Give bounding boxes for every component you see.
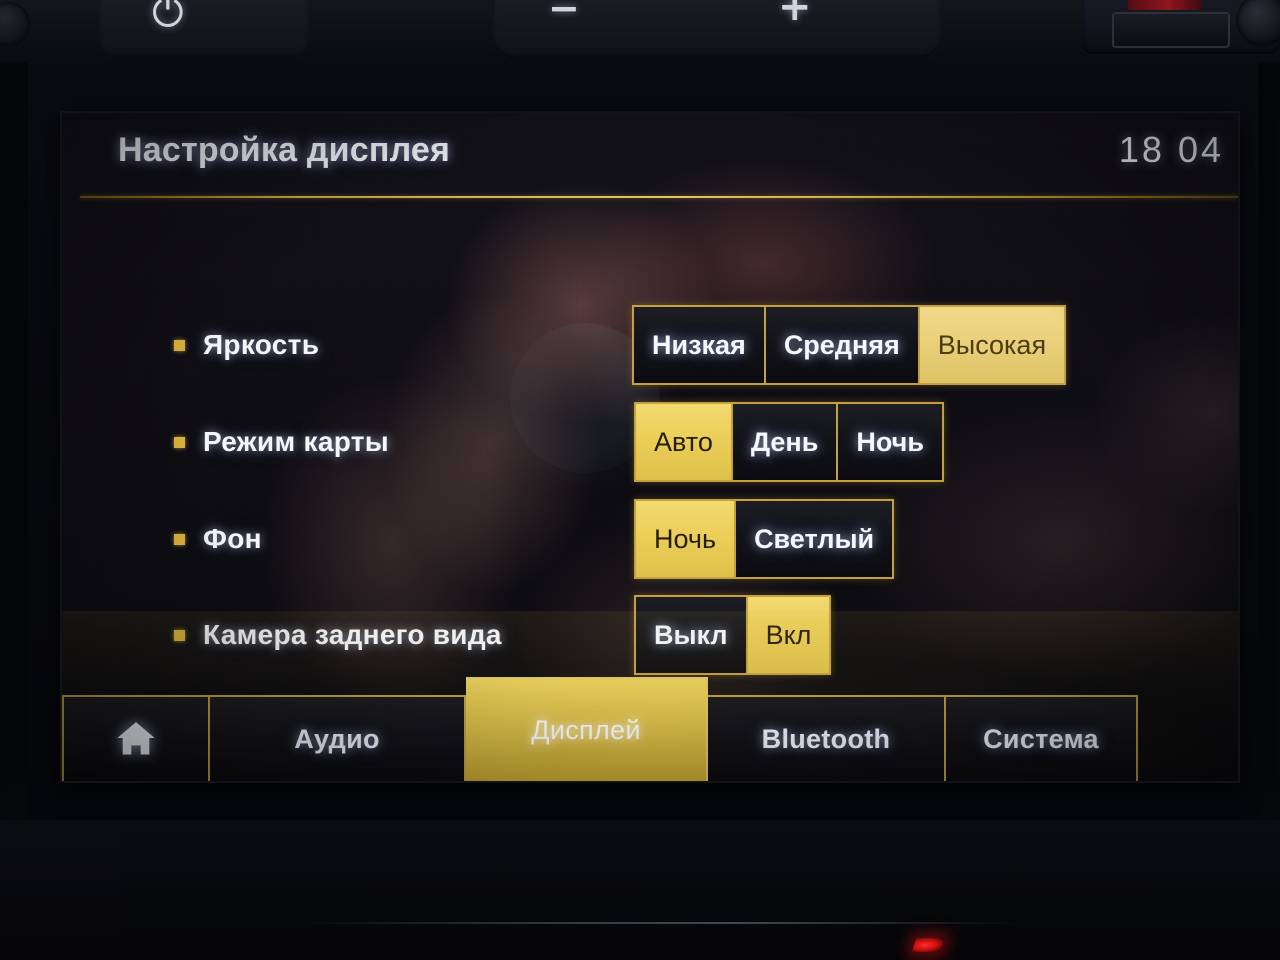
tab-display[interactable]: Дисплей [466, 677, 708, 781]
tab-bar: Аудио Дисплей Bluetooth Система [62, 663, 1238, 781]
option-map-mode-2[interactable]: День [732, 404, 839, 480]
tab-label: Система [983, 723, 1099, 754]
power-icon: ⏻ [152, 0, 184, 36]
bullet-icon [174, 629, 185, 641]
setting-label-text: Фон [203, 523, 262, 554]
bullet-icon [174, 533, 185, 545]
red-led-indicator [911, 938, 945, 952]
infotainment-screen[interactable]: Настройка дисплея 18 04 Яркость Низкая Сре… [62, 113, 1238, 781]
option-group-brightness: Низкая Средняя Высокая [632, 305, 1067, 385]
option-brightness-3[interactable]: Высокая [919, 307, 1065, 383]
option-map-mode-3[interactable]: Ночь [838, 404, 942, 480]
option-background-1[interactable]: Ночь [636, 501, 737, 577]
left-vent [0, 836, 120, 946]
option-group-map-mode: Авто День Ночь [634, 402, 944, 482]
bullet-icon [174, 339, 185, 351]
tab-home[interactable] [62, 695, 210, 781]
setting-label-text: Яркость [203, 329, 320, 360]
setting-label-text: Режим карты [203, 426, 389, 457]
car-dashboard: ⏻ − + Настройка дисплея 18 04 Яркость Низ… [0, 0, 1280, 960]
dash-seam [300, 922, 1020, 924]
volume-up-icon[interactable]: + [778, 0, 812, 30]
volume-down-icon[interactable]: − [548, 0, 580, 30]
right-trim [1112, 12, 1230, 48]
red-indicator-strip [1128, 0, 1202, 10]
option-group-background: Ночь Светлый [634, 499, 895, 579]
setting-label-brightness: Яркость [174, 329, 319, 361]
settings-row-brightness: Яркость Низкая Средняя Высокая [62, 303, 1238, 387]
option-rear-view-camera-2[interactable]: Вкл [747, 597, 830, 673]
home-icon [115, 720, 157, 758]
option-brightness-1[interactable]: Низкая [634, 307, 766, 383]
tab-label: Bluetooth [761, 723, 891, 754]
option-map-mode-1[interactable]: Авто [636, 404, 733, 480]
power-button[interactable] [98, 0, 310, 58]
bullet-icon [174, 436, 185, 448]
settings-row-map-mode: Режим карты Авто День Ночь [62, 400, 1238, 484]
settings-row-background: Фон Ночь Светлый [62, 497, 1238, 581]
option-rear-view-camera-1[interactable]: Выкл [636, 597, 748, 673]
tab-audio[interactable]: Аудио [210, 695, 466, 781]
setting-label-background: Фон [174, 523, 262, 555]
setting-label-rear-view-camera: Камера заднего вида [174, 619, 502, 651]
tab-bluetooth[interactable]: Bluetooth [708, 695, 946, 781]
tab-label: Аудио [294, 723, 380, 754]
left-knob[interactable] [0, 2, 30, 46]
head-unit-top-bezel: ⏻ − + [0, 0, 1280, 62]
tab-system[interactable]: Система [946, 695, 1138, 781]
tab-label: Дисплей [531, 714, 641, 745]
option-background-2[interactable]: Светлый [736, 501, 893, 577]
lower-dash-panel [0, 820, 1280, 960]
setting-label-map-mode: Режим карты [174, 426, 389, 458]
option-brightness-2[interactable]: Средняя [765, 307, 920, 383]
setting-label-text: Камера заднего вида [203, 619, 502, 650]
